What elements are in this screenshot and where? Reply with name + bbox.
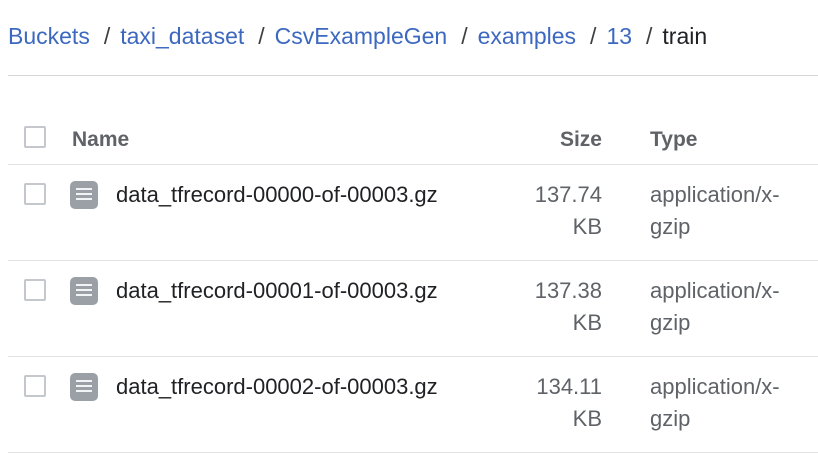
file-browser: Buckets / taxi_dataset / CsvExampleGen /… xyxy=(0,0,818,456)
divider xyxy=(8,75,818,76)
file-name-link[interactable]: data_tfrecord-00001-of-00003.gz xyxy=(116,275,438,307)
table-row: data_tfrecord-00001-of-00003.gz 137.38 K… xyxy=(8,261,818,357)
file-type-line1: application/x- xyxy=(650,374,780,399)
file-type: application/x- gzip xyxy=(650,371,810,435)
row-checkbox[interactable] xyxy=(24,375,46,397)
select-all-checkbox[interactable] xyxy=(24,126,46,148)
file-type-line2: gzip xyxy=(650,310,691,335)
breadcrumb-separator: / xyxy=(646,22,653,49)
file-size: 137.38 KB xyxy=(512,275,602,339)
file-size-unit: KB xyxy=(572,406,602,431)
file-icon xyxy=(70,373,98,401)
file-name-link[interactable]: data_tfrecord-00000-of-00003.gz xyxy=(116,179,438,211)
breadcrumb-csvexamplegen[interactable]: CsvExampleGen xyxy=(275,23,448,50)
breadcrumb-separator: / xyxy=(258,22,265,49)
breadcrumb-separator: / xyxy=(103,22,111,49)
file-size-value: 137.74 xyxy=(534,182,602,207)
column-header-type[interactable]: Type xyxy=(650,128,697,152)
file-type: application/x- gzip xyxy=(650,179,810,243)
file-type-line1: application/x- xyxy=(650,278,780,303)
breadcrumb-separator: / xyxy=(590,22,597,49)
breadcrumb-examples[interactable]: examples xyxy=(478,23,576,50)
breadcrumb-taxi-dataset[interactable]: taxi_dataset xyxy=(120,23,244,50)
file-type-line2: gzip xyxy=(650,406,691,431)
row-checkbox[interactable] xyxy=(24,183,46,205)
column-header-size[interactable]: Size xyxy=(560,128,602,152)
breadcrumb-current-train: train xyxy=(662,22,708,49)
breadcrumb-13[interactable]: 13 xyxy=(606,23,632,50)
column-header-name[interactable]: Name xyxy=(72,128,129,152)
breadcrumb: Buckets / taxi_dataset / CsvExampleGen /… xyxy=(8,20,707,52)
file-size: 137.74 KB xyxy=(512,179,602,243)
file-type-line2: gzip xyxy=(650,214,691,239)
file-icon xyxy=(70,277,98,305)
table-row: data_tfrecord-00000-of-00003.gz 137.74 K… xyxy=(8,165,818,261)
file-icon xyxy=(70,181,98,209)
table-row: data_tfrecord-00002-of-00003.gz 134.11 K… xyxy=(8,357,818,453)
file-size-unit: KB xyxy=(572,214,602,239)
file-size: 134.11 KB xyxy=(512,371,602,435)
breadcrumb-separator: / xyxy=(461,22,468,49)
file-table: Name Size Type data_tfrecord-00000-of-00… xyxy=(8,116,818,453)
breadcrumb-buckets[interactable]: Buckets xyxy=(8,23,90,50)
file-type: application/x- gzip xyxy=(650,275,810,339)
file-size-unit: KB xyxy=(572,310,602,335)
file-size-value: 137.38 xyxy=(534,278,602,303)
row-checkbox[interactable] xyxy=(24,279,46,301)
file-size-value: 134.11 xyxy=(536,374,602,399)
file-type-line1: application/x- xyxy=(650,182,780,207)
table-header-row: Name Size Type xyxy=(8,116,818,165)
file-name-link[interactable]: data_tfrecord-00002-of-00003.gz xyxy=(116,371,438,403)
